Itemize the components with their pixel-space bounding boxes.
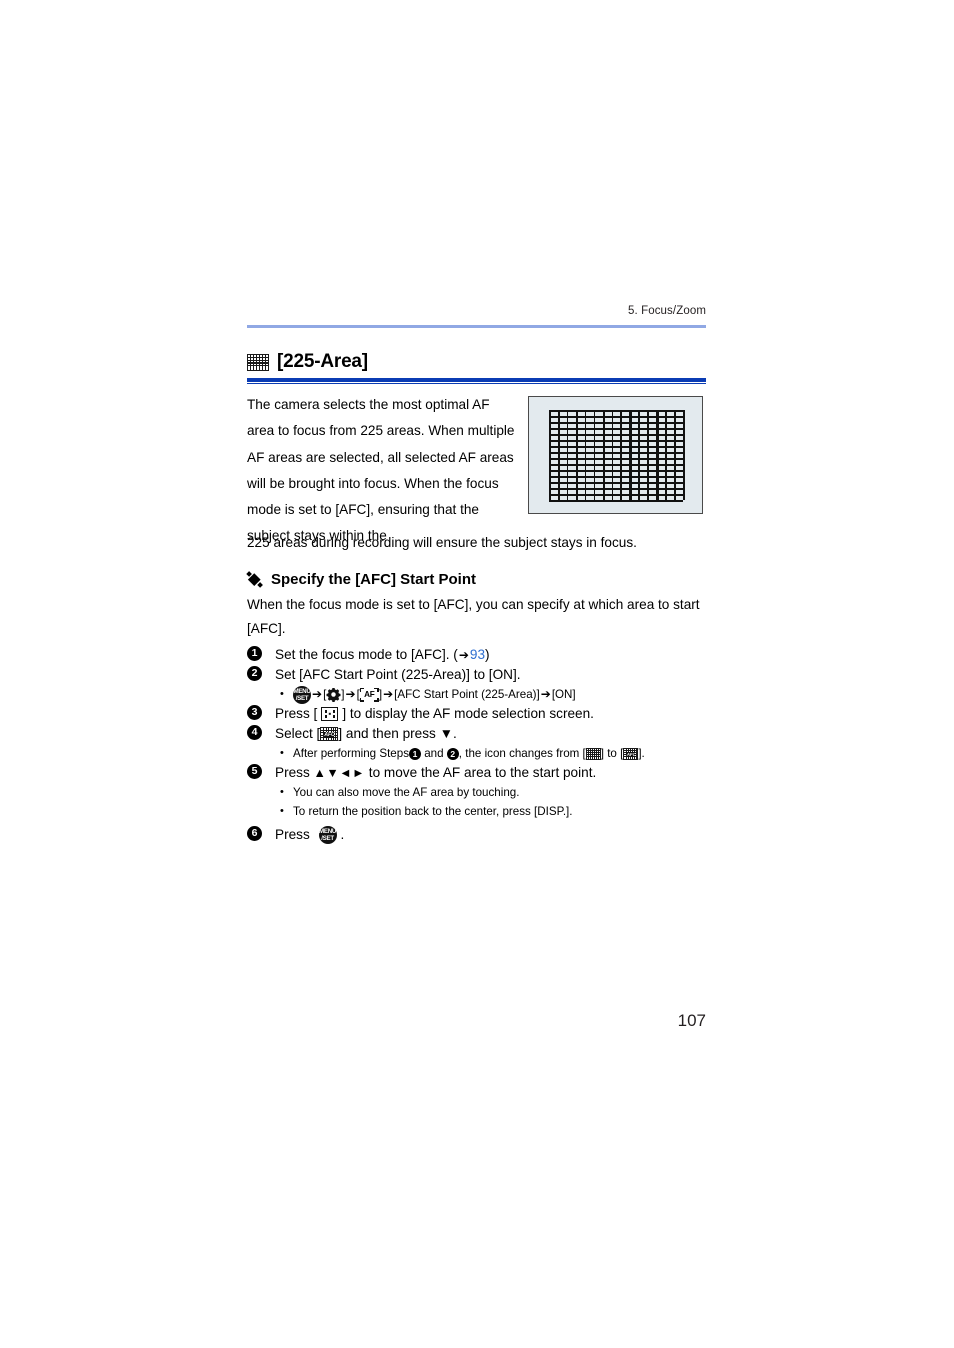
right-arrow-icon: ➔ (458, 648, 469, 662)
step-5-note-2: To return the position back to the cente… (247, 802, 706, 821)
step-5-note-1: You can also move the AF area by touchin… (247, 783, 706, 802)
grid-hline (549, 488, 683, 490)
grid-hline (549, 446, 683, 448)
step-6-text-before: Press (275, 827, 314, 842)
menu-item-label: [AFC Start Point (225-Area)] (394, 688, 540, 701)
heading-rule (247, 378, 706, 384)
grid-hline (549, 500, 683, 502)
step-5-text-after: to move the AF area to the start point. (365, 765, 597, 780)
step-3-text-before: Press [ (275, 706, 318, 721)
step-1-text-before: Set the focus mode to [AFC]. ( (275, 647, 458, 662)
menu-set-button-icon[interactable]: MENU/SET (293, 685, 311, 704)
grid-hline (549, 470, 683, 472)
225-area-grid-icon (247, 353, 269, 371)
grid-hline (549, 482, 683, 484)
grid-hline (549, 494, 683, 496)
section-heading: [225-Area] (247, 351, 706, 373)
right-arrow-icon: ➔ (345, 687, 356, 701)
section-title: [225-Area] (277, 351, 368, 372)
note-between: ] to [ (600, 747, 624, 760)
section-paragraph-left: The camera selects the most optimal AF a… (247, 397, 515, 544)
note-prefix: After performing Steps (293, 747, 409, 760)
step-1-text-after: ) (485, 647, 490, 662)
225-area-afc-grid-icon[interactable]: AFC (320, 727, 339, 741)
step-5-text-before: Press (275, 765, 314, 780)
grid-hline (549, 416, 683, 418)
grid-hline (549, 452, 683, 454)
step-2: 2 Set [AFC Start Point (225-Area)] to [O… (247, 665, 706, 685)
subsection-heading: Specify the [AFC] Start Point (246, 571, 706, 588)
grid-hline (549, 434, 683, 436)
note-after: , the icon changes from [ (458, 747, 586, 760)
step-6: 6 Press MENU/SET . (247, 825, 706, 845)
grid-hline (549, 428, 683, 430)
grid-hline (549, 440, 683, 442)
step-number-4: 4 (247, 725, 262, 740)
header-rule (247, 325, 706, 328)
step-3-text-after: ] to display the AF mode selection scree… (342, 706, 594, 721)
step-1: 1 Set the focus mode to [AFC]. ( ➔ 93 ) (247, 645, 706, 665)
right-arrow-icon: ➔ (383, 687, 394, 701)
grid-vline (683, 410, 685, 500)
step-4: 4 Select [ AFC ] and then press ▼. (247, 724, 706, 744)
step-list: 1 Set the focus mode to [AFC]. ( ➔ 93 ) … (247, 645, 706, 845)
step-ref-1: 1 (409, 747, 421, 760)
subsection-intro: When the focus mode is set to [AFC], you… (247, 597, 700, 636)
grid-hline (549, 476, 683, 478)
step-number-2: 2 (247, 666, 262, 681)
step-number-3: 3 (247, 705, 262, 720)
225-area-grid-illustration (528, 396, 703, 514)
running-head: 5. Focus/Zoom (628, 305, 706, 317)
step-4-text-before: Select [ (275, 726, 321, 741)
right-arrow-icon: ➔ (540, 687, 551, 701)
subsection-heading-label: Specify the [AFC] Start Point (271, 571, 477, 588)
step-3: 3 Press [ ] to display the AF mode selec… (247, 704, 706, 724)
225-area-afc-grid-icon: AFC (623, 747, 639, 760)
menu-value-label: [ON] (551, 688, 576, 701)
step-ref-2: 2 (446, 747, 459, 760)
page-reference-link[interactable]: 93 (470, 645, 485, 665)
section-paragraph-full: 225 areas during recording will ensure t… (247, 535, 637, 550)
custom-gear-icon[interactable] (326, 687, 341, 702)
diamond-bullet-icon (246, 571, 263, 588)
step-4-text-after: ] and then press ▼. (338, 726, 457, 741)
grid-hline (549, 410, 683, 412)
menu-set-button-icon[interactable]: MENU/SET (318, 826, 337, 844)
af-mode-button-icon[interactable] (321, 707, 339, 721)
step-number-1: 1 (247, 646, 262, 661)
note-mid: and (421, 747, 447, 760)
step-5: 5 Press ▲▼◄► to move the AF area to the … (247, 763, 706, 783)
grid-hline (549, 464, 683, 466)
right-arrow-icon: ➔ (312, 687, 323, 701)
step-number-5: 5 (247, 764, 262, 779)
page-number: 107 (677, 1011, 706, 1030)
225-area-grid-icon (585, 747, 601, 760)
note-end: ]. (638, 747, 645, 760)
grid-hline (549, 458, 683, 460)
step-4-note: After performing Steps 1 and 2 , the ico… (247, 744, 706, 763)
step-2-menu-path: MENU/SET ➔ [ ] ➔ [ AF (247, 685, 706, 704)
grid-hline (549, 422, 683, 424)
direction-arrows-icon: ▲▼◄► (313, 766, 366, 780)
step-number-6: 6 (247, 826, 262, 841)
step-2-text: Set [AFC Start Point (225-Area)] to [ON]… (275, 667, 521, 682)
manual-page: 5. Focus/Zoom [225-Area] The camera sele… (0, 0, 954, 1348)
step-6-text-after: . (340, 827, 345, 842)
af-bracket-icon[interactable]: AF (359, 687, 379, 702)
